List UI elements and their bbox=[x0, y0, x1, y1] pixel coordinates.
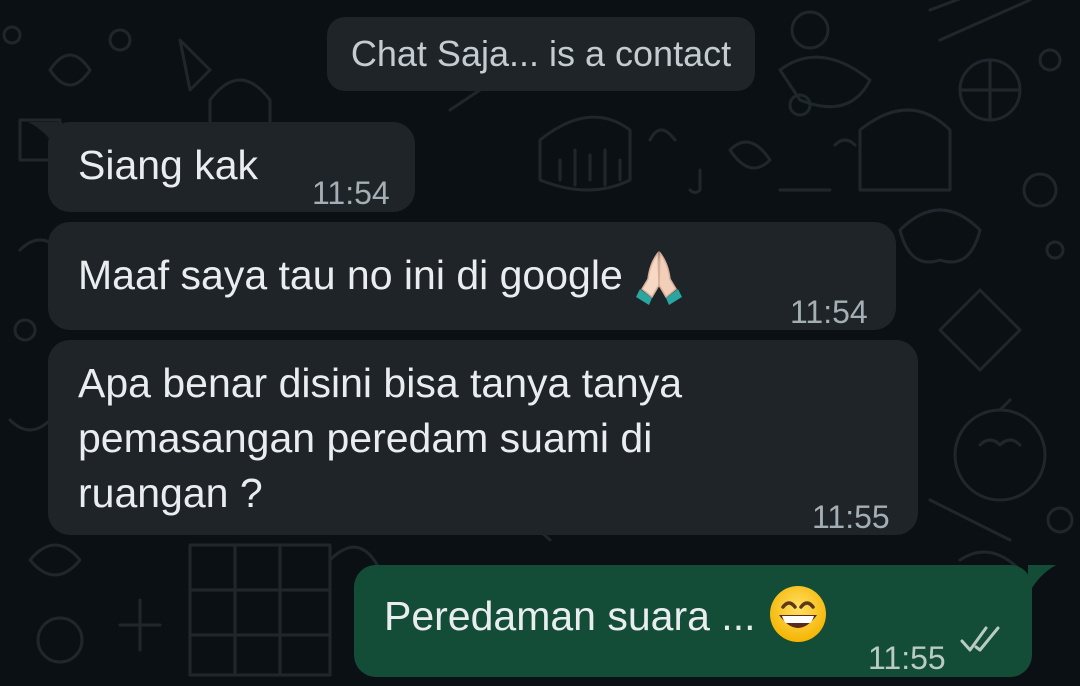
message-timestamp: 11:55 bbox=[812, 499, 890, 535]
message-timestamp: 11:54 bbox=[312, 175, 390, 211]
message-bubble-incoming[interactable]: Siang kak 11:54 bbox=[48, 122, 415, 212]
folded-hands-emoji bbox=[636, 251, 683, 306]
message-timestamp: 11:54 bbox=[790, 294, 868, 330]
message-bubble-incoming[interactable]: Maaf saya tau no ini di google 11:54 bbox=[48, 222, 896, 330]
message-text-content: Maaf saya tau no ini di google bbox=[78, 252, 623, 298]
grinning-face-emoji bbox=[769, 586, 826, 643]
contact-notice: Chat Saja... is a contact bbox=[327, 17, 755, 91]
message-bubble-outgoing[interactable]: Peredaman suara ... 11:55 bbox=[354, 565, 1032, 677]
contact-notice-text: Chat Saja... is a contact bbox=[350, 33, 732, 74]
message-text: Peredaman suara ... bbox=[384, 586, 829, 645]
message-text: Maaf saya tau no ini di google bbox=[78, 248, 684, 307]
message-text-line: Apa benar disini bisa tanya tanya bbox=[78, 360, 683, 406]
message-text-line: ruangan ? bbox=[78, 470, 263, 516]
message-text-content: Peredaman suara ... bbox=[384, 593, 756, 639]
double-check-icon bbox=[960, 626, 1000, 652]
message-text-line: pemasangan peredam suami di bbox=[78, 415, 653, 461]
message-bubble-incoming[interactable]: Apa benar disini bisa tanya tanya pemasa… bbox=[48, 340, 918, 535]
message-timestamp: 11:55 bbox=[868, 640, 946, 676]
message-text: Siang kak bbox=[78, 142, 259, 188]
